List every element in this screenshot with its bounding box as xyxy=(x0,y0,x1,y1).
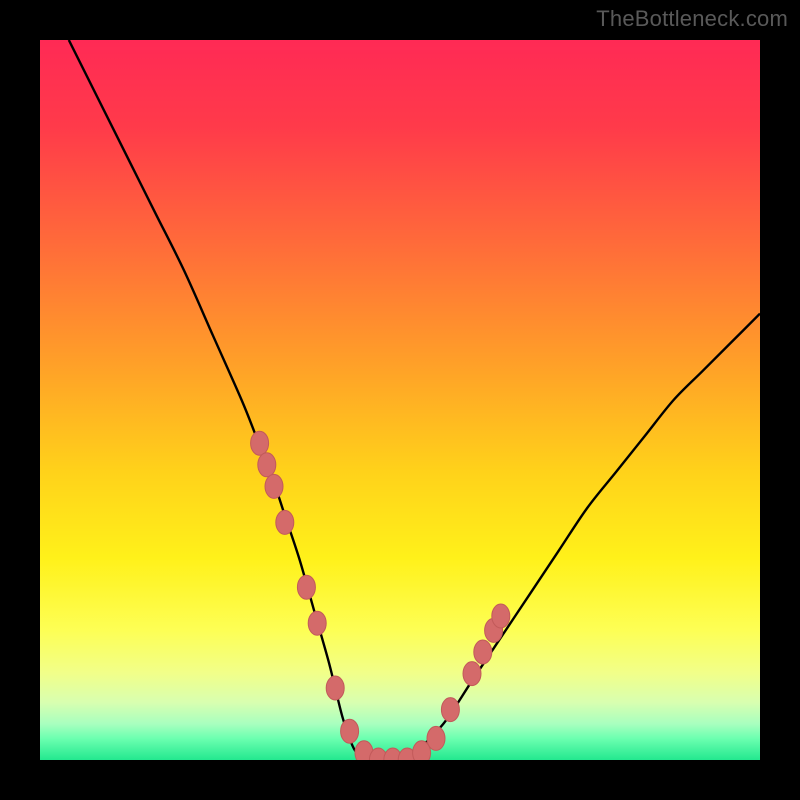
marker-point xyxy=(258,453,276,477)
marker-point xyxy=(427,726,445,750)
marker-point xyxy=(463,662,481,686)
plot-area xyxy=(40,40,760,760)
marker-point xyxy=(297,575,315,599)
marker-point xyxy=(341,719,359,743)
watermark-text: TheBottleneck.com xyxy=(596,6,788,32)
marker-group xyxy=(251,431,510,760)
chart-frame: TheBottleneck.com xyxy=(0,0,800,800)
marker-point xyxy=(276,510,294,534)
marker-point xyxy=(251,431,269,455)
marker-point xyxy=(441,698,459,722)
marker-point xyxy=(265,474,283,498)
marker-point xyxy=(326,676,344,700)
marker-point xyxy=(308,611,326,635)
marker-point xyxy=(492,604,510,628)
bottleneck-curve xyxy=(69,40,760,760)
curve-layer xyxy=(40,40,760,760)
marker-point xyxy=(474,640,492,664)
